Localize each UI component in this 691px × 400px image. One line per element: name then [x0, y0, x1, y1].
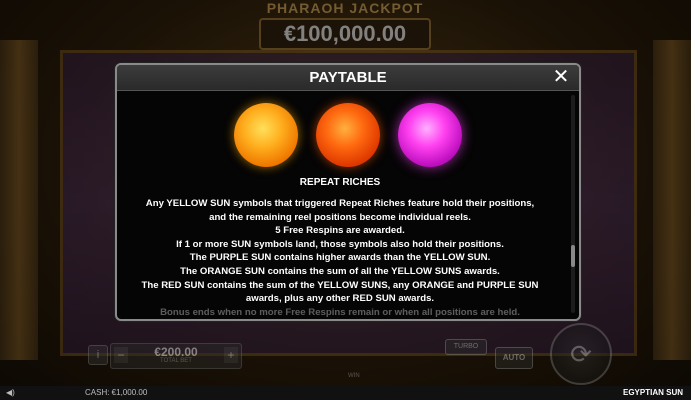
left-pillar-decoration: [0, 40, 38, 360]
turbo-button[interactable]: TURBO: [445, 339, 487, 355]
paytable-title: PAYTABLE: [309, 69, 387, 86]
game-stage: PHARAOH JACKPOT €100,000.00 i − €200.00 …: [0, 0, 691, 400]
right-pillar-decoration: [653, 40, 691, 360]
jackpot-value: €100,000.00: [259, 18, 431, 50]
bottom-status-bar: ◀) CASH: €1,000.00 EGYPTIAN SUN: [0, 386, 691, 400]
feature-title: REPEAT RICHES: [299, 177, 381, 188]
bet-selector: − €200.00 TOTAL BET +: [110, 343, 242, 369]
bet-value: €200.00: [154, 345, 198, 359]
description-line: and the remaining reel positions become …: [209, 211, 471, 223]
description-line: 5 Free Respins are awarded.: [275, 225, 405, 237]
orange-sun-symbol: [316, 103, 380, 167]
jackpot-title: PHARAOH JACKPOT: [266, 0, 424, 16]
bet-label: TOTAL BET: [160, 358, 192, 364]
feature-description: Any YELLOW SUN symbols that triggered Re…: [123, 197, 557, 317]
jackpot-display: PHARAOH JACKPOT €100,000.00: [245, 0, 445, 50]
paytable-header: PAYTABLE ✕: [117, 65, 579, 91]
info-button[interactable]: i: [88, 345, 108, 365]
win-label: WIN: [348, 373, 360, 379]
yellow-sun-symbol: [234, 103, 298, 167]
scrollbar-thumb[interactable]: [571, 245, 575, 267]
autoplay-button[interactable]: AUTO: [495, 347, 533, 369]
bet-increase-button[interactable]: +: [224, 347, 238, 363]
description-line: Any YELLOW SUN symbols that triggered Re…: [145, 198, 535, 209]
cash-balance: CASH: €1,000.00: [85, 388, 148, 397]
description-line: The ORANGE SUN contains the sum of all t…: [180, 265, 500, 277]
description-line: Bonus ends when no more Free Respins rem…: [160, 306, 520, 317]
control-panel: i − €200.00 TOTAL BET + WIN TURBO AUTO ⟳: [80, 323, 620, 385]
spin-button[interactable]: ⟳: [550, 323, 612, 385]
description-line: The RED SUN contains the sum of the YELL…: [141, 279, 539, 291]
paytable-dialog: PAYTABLE ✕ REPEAT RICHES Any YELLOW SUN …: [115, 63, 581, 321]
description-line: If 1 or more SUN symbols land, those sym…: [176, 238, 504, 250]
close-icon[interactable]: ✕: [551, 67, 571, 87]
paytable-scrollbar[interactable]: [571, 95, 575, 313]
purple-sun-symbol: [398, 103, 462, 167]
description-line: awards, plus any other RED SUN awards.: [245, 293, 435, 305]
description-line: The PURPLE SUN contains higher awards th…: [189, 252, 491, 264]
sun-symbols-row: [234, 103, 462, 169]
paytable-content: REPEAT RICHES Any YELLOW SUN symbols tha…: [117, 91, 563, 317]
speaker-icon[interactable]: ◀): [6, 386, 15, 400]
game-name: EGYPTIAN SUN: [622, 388, 683, 397]
